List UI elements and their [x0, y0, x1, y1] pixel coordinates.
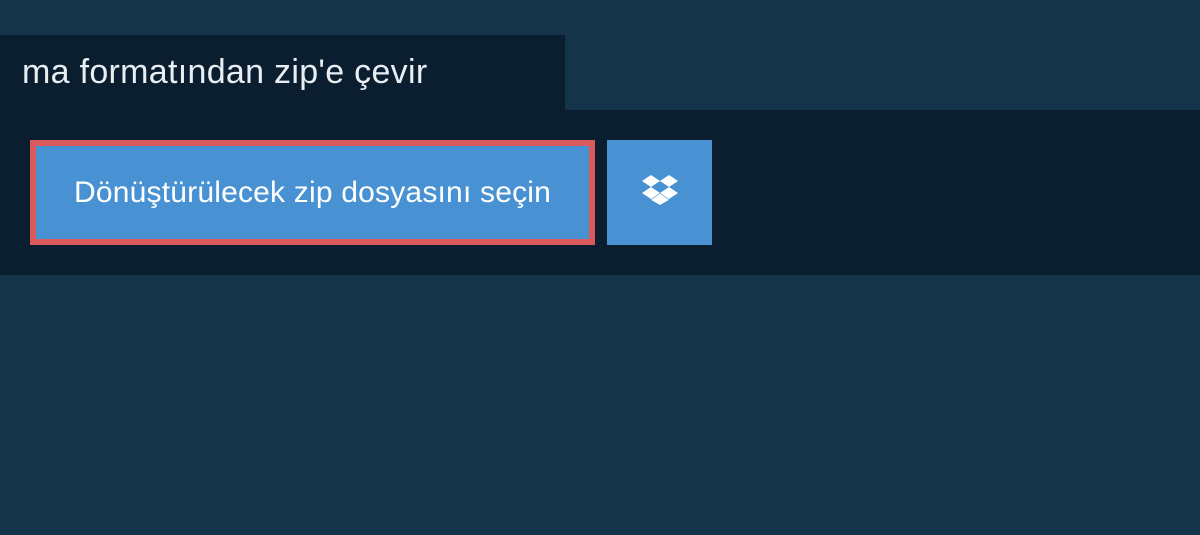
header-bar: ma formatından zip'e çevir — [0, 35, 565, 110]
page-title: ma formatından zip'e çevir — [22, 53, 543, 92]
select-file-label: Dönüştürülecek zip dosyasını seçin — [74, 176, 551, 210]
dropbox-button[interactable] — [607, 140, 712, 245]
upload-panel: Dönüştürülecek zip dosyasını seçin — [0, 110, 1200, 275]
dropbox-icon — [642, 172, 678, 213]
select-file-button[interactable]: Dönüştürülecek zip dosyasını seçin — [30, 140, 595, 245]
